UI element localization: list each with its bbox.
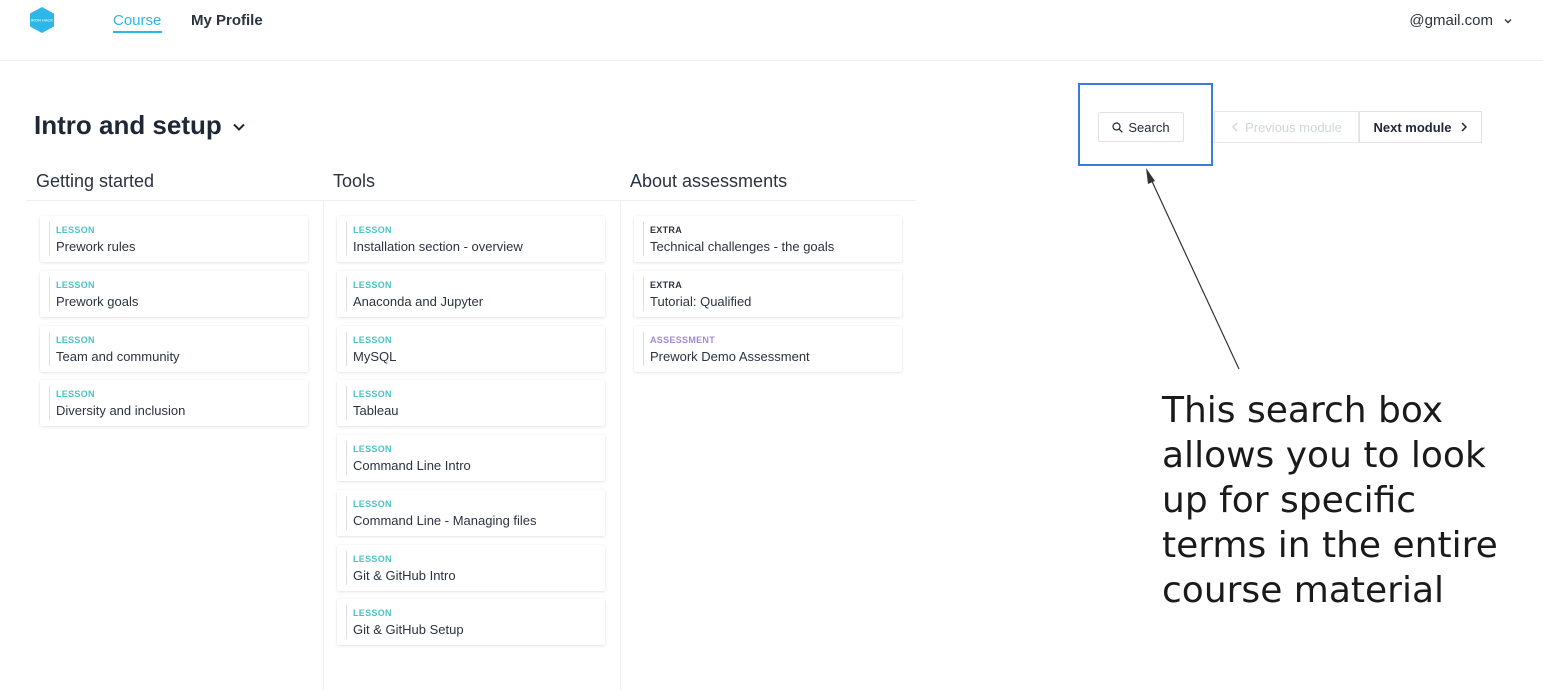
- annotation-line: terms in the entire: [1162, 525, 1498, 566]
- lesson-card[interactable]: LESSON Installation section - overview: [337, 216, 605, 262]
- lesson-card[interactable]: LESSON Command Line - Managing files: [337, 490, 605, 536]
- item-type-tag: LESSON: [353, 608, 392, 618]
- item-type-tag: LESSON: [56, 335, 95, 345]
- chevron-down-icon: [233, 123, 245, 131]
- chevron-right-icon: [1460, 122, 1467, 132]
- item-type-tag: ASSESSMENT: [650, 335, 716, 345]
- column-divider: [323, 200, 324, 690]
- lesson-card[interactable]: LESSON Git & GitHub Intro: [337, 545, 605, 591]
- item-title: Prework goals: [56, 294, 139, 309]
- item-title: MySQL: [353, 349, 397, 364]
- active-tab-indicator: [113, 31, 162, 33]
- account-menu[interactable]: @gmail.com: [1409, 12, 1513, 29]
- module-title: Intro and setup: [34, 110, 222, 140]
- annotation-line: allows you to look: [1162, 435, 1486, 476]
- previous-module-label: Previous module: [1245, 119, 1342, 135]
- item-type-tag: LESSON: [56, 389, 95, 399]
- item-type-tag: LESSON: [56, 280, 95, 290]
- lesson-card[interactable]: LESSON Prework rules: [40, 216, 308, 262]
- lesson-card[interactable]: LESSON Prework goals: [40, 271, 308, 317]
- extra-card[interactable]: EXTRA Technical challenges - the goals: [634, 216, 902, 262]
- column-heading-about-assessments: About assessments: [630, 171, 788, 191]
- item-title: Command Line Intro: [353, 458, 471, 473]
- item-title: Diversity and inclusion: [56, 403, 186, 418]
- lesson-card[interactable]: LESSON Team and community: [40, 326, 308, 372]
- module-selector[interactable]: Intro and setup: [34, 110, 246, 141]
- next-module-button[interactable]: Next module: [1359, 111, 1482, 143]
- ironhack-logo[interactable]: IRON HACK: [29, 6, 55, 34]
- lesson-card[interactable]: LESSON Tableau: [337, 380, 605, 426]
- lesson-card[interactable]: LESSON Command Line Intro: [337, 435, 605, 481]
- item-type-tag: LESSON: [353, 444, 392, 454]
- chevron-down-icon: [1504, 18, 1512, 23]
- top-navigation: IRON HACK Course My Profile @gmail.com: [0, 0, 1543, 61]
- item-title: Git & GitHub Intro: [353, 568, 456, 583]
- logo-text: IRON HACK: [31, 18, 54, 23]
- chevron-left-icon: [1232, 122, 1238, 132]
- item-title: Command Line - Managing files: [353, 513, 537, 528]
- column-divider: [620, 200, 621, 690]
- item-type-tag: LESSON: [353, 225, 392, 235]
- item-title: Anaconda and Jupyter: [353, 294, 484, 309]
- annotation-line: This search box: [1162, 390, 1444, 431]
- lesson-card[interactable]: LESSON MySQL: [337, 326, 605, 372]
- item-type-tag: LESSON: [353, 499, 392, 509]
- item-type-tag: EXTRA: [650, 280, 683, 290]
- assessment-card[interactable]: ASSESSMENT Prework Demo Assessment: [634, 326, 902, 372]
- column-heading-tools: Tools: [333, 171, 376, 191]
- lesson-card[interactable]: LESSON Anaconda and Jupyter: [337, 271, 605, 317]
- account-email: @gmail.com: [1409, 12, 1493, 29]
- item-type-tag: LESSON: [353, 389, 392, 399]
- nav-my-profile-link[interactable]: My Profile: [191, 12, 263, 29]
- item-type-tag: LESSON: [353, 280, 392, 290]
- extra-card[interactable]: EXTRA Tutorial: Qualified: [634, 271, 902, 317]
- column-heading-getting-started: Getting started: [36, 171, 155, 191]
- item-title: Prework Demo Assessment: [650, 349, 810, 364]
- item-title: Tableau: [353, 403, 399, 418]
- nav-course-link[interactable]: Course: [113, 12, 161, 29]
- item-title: Prework rules: [56, 239, 136, 254]
- item-type-tag: EXTRA: [650, 225, 683, 235]
- item-title: Git & GitHub Setup: [353, 622, 464, 637]
- lesson-card[interactable]: LESSON Diversity and inclusion: [40, 380, 308, 426]
- item-type-tag: LESSON: [56, 225, 95, 235]
- item-title: Technical challenges - the goals: [650, 239, 835, 254]
- annotation-line: course material: [1162, 570, 1445, 611]
- item-type-tag: LESSON: [353, 335, 392, 345]
- item-type-tag: LESSON: [353, 554, 392, 564]
- column-header-divider: [26, 200, 916, 201]
- item-title: Team and community: [56, 349, 180, 364]
- lesson-card[interactable]: LESSON Git & GitHub Setup: [337, 599, 605, 645]
- item-title: Tutorial: Qualified: [650, 294, 752, 309]
- item-title: Installation section - overview: [353, 239, 523, 254]
- next-module-label: Next module: [1373, 119, 1452, 135]
- annotation-text: This search box allows you to look up fo…: [1162, 388, 1532, 613]
- search-highlight-box: [1078, 83, 1213, 166]
- annotation-line: up for specific: [1162, 480, 1417, 521]
- previous-module-button[interactable]: Previous module: [1214, 111, 1359, 143]
